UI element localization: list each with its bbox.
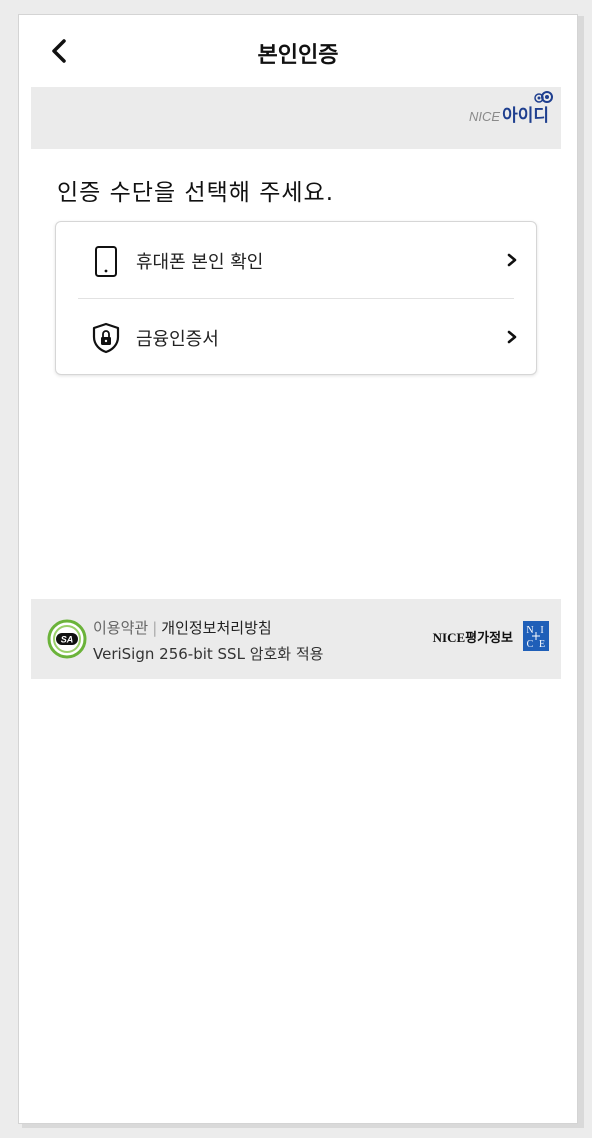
- option-financial-certificate[interactable]: 금융인증서: [56, 299, 536, 375]
- option-label: 금융인증서: [136, 329, 219, 350]
- nice-logo-icon: N I C E: [523, 621, 549, 651]
- footer: SA 이용약관 | 개인정보처리방침 VeriSign 256-bit SSL 암호…: [31, 599, 561, 679]
- eyes-icon: [534, 91, 553, 103]
- page-title: 본인인증: [257, 43, 339, 68]
- svg-text:N: N: [526, 625, 533, 636]
- nice-id-logo: NICE 아이디: [469, 91, 553, 127]
- shield-lock-icon: [92, 322, 120, 354]
- brand-prefix: NICE: [469, 109, 501, 124]
- chevron-right-icon: [507, 330, 517, 344]
- privacy-policy-link[interactable]: 개인정보처리방침: [161, 619, 271, 637]
- terms-link[interactable]: 이용약관: [93, 619, 148, 637]
- svg-text:E: E: [539, 639, 545, 650]
- footer-links: 이용약관 | 개인정보처리방침: [93, 617, 272, 638]
- phone-icon: [95, 246, 117, 277]
- svg-text:C: C: [527, 639, 534, 650]
- method-prompt: 인증 수단을 선택해 주세요.: [57, 180, 335, 206]
- option-label: 휴대폰 본인 확인: [136, 252, 264, 273]
- ssl-notice: VeriSign 256-bit SSL 암호화 적용: [93, 645, 324, 663]
- nice-rating-logo-text: NICE평가정보: [432, 630, 513, 645]
- svg-text:I: I: [540, 625, 543, 636]
- option-phone-verification[interactable]: 휴대폰 본인 확인: [56, 222, 536, 298]
- sa-badge-icon: SA: [47, 619, 87, 659]
- sa-badge-text: SA: [61, 635, 74, 645]
- brand-band: NICE 아이디: [31, 87, 561, 149]
- brand-name: 아이디: [502, 106, 549, 126]
- chevron-right-icon: [507, 253, 517, 267]
- top-bar: 본인인증: [19, 15, 577, 87]
- separator: |: [152, 619, 158, 637]
- auth-options-card: 휴대폰 본인 확인 금융인증서: [55, 221, 537, 375]
- app-frame: 본인인증 NICE 아이디 인증 수단을 선택해 주세요. 휴대폰 본인 확인: [18, 14, 578, 1124]
